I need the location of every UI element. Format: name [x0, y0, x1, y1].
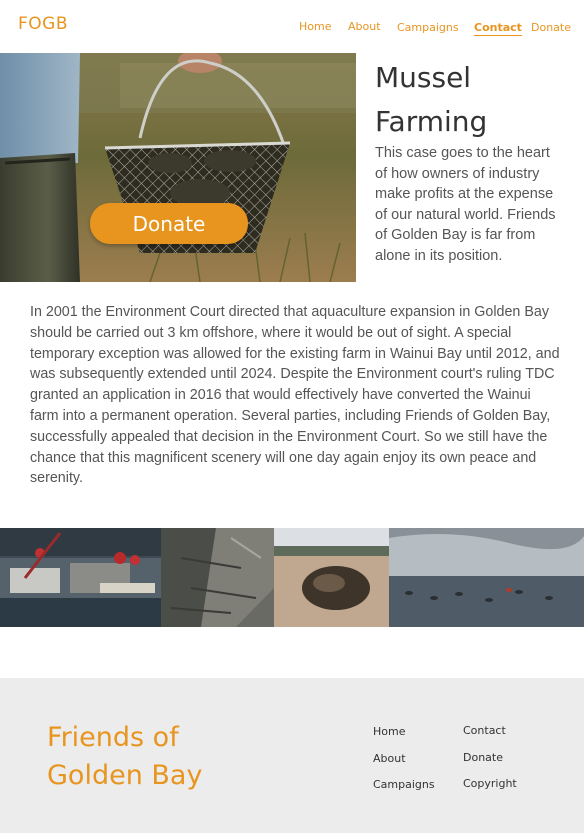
footer-home-link[interactable]: Home	[373, 725, 405, 738]
photo-gallery	[0, 528, 584, 627]
nav-about-link[interactable]: About	[348, 20, 381, 33]
nav-donate-link[interactable]: Donate	[531, 21, 571, 34]
rocks-photo	[161, 528, 274, 627]
intro-paragraph: This case goes to the heart of how owner…	[375, 145, 556, 264]
footer-about-link[interactable]: About	[373, 752, 406, 765]
hero-image	[0, 53, 356, 282]
beach-mussel-photo	[274, 528, 389, 627]
site-header: FOGB Home About Campaigns Contact Donate	[0, 0, 584, 52]
page-title: Mussel Farming	[375, 56, 575, 144]
nav-contact-link[interactable]: Contact	[474, 21, 522, 36]
article-body: In 2001 the Environment Court directed t…	[30, 304, 560, 487]
footer-copyright-link[interactable]: Copyright	[463, 777, 517, 790]
footer-brand-line-2: Golden Bay	[47, 760, 203, 791]
footer-campaigns-link[interactable]: Campaigns	[373, 778, 435, 791]
footer-contact-link[interactable]: Contact	[463, 724, 506, 737]
site-logo[interactable]: FOGB	[18, 14, 68, 34]
title-line-1: Mussel	[375, 61, 472, 94]
nav-home-link[interactable]: Home	[299, 20, 331, 33]
bay-buoys-photo	[389, 528, 584, 627]
nav-campaigns-link[interactable]: Campaigns	[397, 21, 459, 34]
footer-brand[interactable]: Friends of Golden Bay	[47, 719, 202, 795]
footer-brand-line-1: Friends of	[47, 722, 179, 753]
title-line-2: Farming	[375, 105, 488, 138]
hero-donate-button[interactable]: Donate	[90, 203, 248, 244]
harbour-boats-photo	[0, 528, 161, 627]
footer-donate-link[interactable]: Donate	[463, 751, 503, 764]
mussel-basket-photo	[0, 53, 356, 282]
